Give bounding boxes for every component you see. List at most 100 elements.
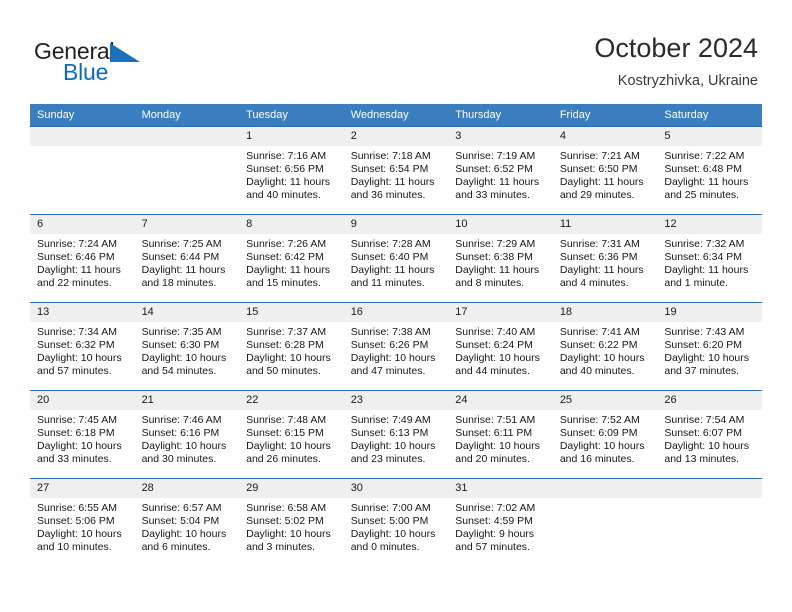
daylight-text-line2: and 3 minutes.	[246, 540, 316, 553]
page-header: General Blue October 2024 Kostryzhivka, …	[0, 0, 792, 100]
calendar-cell-day[interactable]: 20 Sunrise: 7:45 AM Sunset: 6:18 PM Dayligh…	[30, 390, 135, 478]
sunrise-text: Sunrise: 6:55 AM	[37, 502, 117, 514]
sunrise-text: Sunrise: 7:16 AM	[246, 150, 327, 162]
calendar-cell-inner: 25 Sunrise: 7:52 AM Sunset: 6:09 PM Dayligh…	[552, 390, 658, 478]
sunrise-text: Sunrise: 7:38 AM	[350, 326, 431, 338]
weekday-header-thursday: Thursday	[448, 104, 553, 126]
calendar-cell-day[interactable]: 12 Sunrise: 7:32 AM Sunset: 6:34 PM Dayligh…	[657, 214, 762, 302]
day-details: Sunrise: 7:00 AM Sunset: 5:00 PM Daylight:…	[344, 498, 449, 554]
sunset-text: Sunset: 6:52 PM	[455, 162, 533, 175]
day-details: Sunrise: 6:57 AM Sunset: 5:04 PM Daylight:…	[135, 498, 240, 554]
day-details	[135, 146, 240, 150]
calendar-cell-day[interactable]: 25 Sunrise: 7:52 AM Sunset: 6:09 PM Dayligh…	[552, 390, 658, 478]
sunrise-text: Sunrise: 7:41 AM	[559, 326, 640, 338]
day-details: Sunrise: 7:52 AM Sunset: 6:09 PM Daylight:…	[553, 410, 658, 466]
sunset-text: Sunset: 6:40 PM	[350, 250, 429, 263]
calendar-cell-day[interactable]: 11 Sunrise: 7:31 AM Sunset: 6:36 PM Dayligh…	[552, 214, 658, 302]
calendar-cell-day[interactable]: 28 Sunrise: 6:57 AM Sunset: 5:04 PM Dayligh…	[134, 478, 240, 566]
calendar-cell-day[interactable]: 18 Sunrise: 7:41 AM Sunset: 6:22 PM Dayligh…	[552, 302, 658, 390]
day-details: Sunrise: 7:38 AM Sunset: 6:26 PM Daylight:…	[344, 322, 449, 378]
calendar-cell-day[interactable]: 30 Sunrise: 7:00 AM Sunset: 5:00 PM Dayligh…	[343, 478, 449, 566]
calendar-cell-day[interactable]: 15 Sunrise: 7:37 AM Sunset: 6:28 PM Dayligh…	[239, 302, 344, 390]
daylight-text-line2: and 30 minutes.	[141, 452, 217, 465]
daylight-text-line2: and 57 minutes.	[37, 364, 112, 377]
sunset-text: Sunset: 6:34 PM	[664, 250, 743, 263]
calendar-header-row: Sunday Monday Tuesday Wednesday Thursday…	[30, 104, 762, 126]
calendar-cell-day[interactable]: 2 Sunrise: 7:18 AM Sunset: 6:54 PM Daylight…	[343, 126, 449, 214]
calendar-cell-inner: 4 Sunrise: 7:21 AM Sunset: 6:50 PM Daylight…	[552, 126, 658, 214]
calendar-cell-day[interactable]: 14 Sunrise: 7:35 AM Sunset: 6:30 PM Dayligh…	[134, 302, 240, 390]
day-details: Sunrise: 7:21 AM Sunset: 6:50 PM Daylight:…	[553, 146, 658, 202]
day-number: 20	[30, 391, 135, 410]
calendar-cell-day[interactable]: 8 Sunrise: 7:26 AM Sunset: 6:42 PM Daylight…	[239, 214, 344, 302]
calendar-cell-day[interactable]: 19 Sunrise: 7:43 AM Sunset: 6:20 PM Dayligh…	[657, 302, 762, 390]
daylight-text-line2: and 36 minutes.	[350, 188, 426, 201]
daylight-text-line1: Daylight: 11 hours	[246, 175, 330, 188]
daylight-text-line2: and 10 minutes.	[37, 540, 112, 553]
calendar-cell-inner: 17 Sunrise: 7:40 AM Sunset: 6:24 PM Dayligh…	[448, 302, 553, 390]
calendar-cell-day[interactable]: 23 Sunrise: 7:49 AM Sunset: 6:13 PM Dayligh…	[343, 390, 449, 478]
daylight-text-line1: Daylight: 10 hours	[664, 351, 750, 364]
brand-logo[interactable]: General Blue	[34, 38, 284, 88]
calendar-cell-day[interactable]: 3 Sunrise: 7:19 AM Sunset: 6:52 PM Daylight…	[448, 126, 553, 214]
day-number: 27	[30, 479, 135, 498]
calendar-cell-inner: 28 Sunrise: 6:57 AM Sunset: 5:04 PM Dayligh…	[134, 478, 240, 566]
calendar-cell-empty	[552, 478, 658, 566]
sunset-text: Sunset: 6:44 PM	[141, 250, 220, 263]
daylight-text-line2: and 13 minutes.	[664, 452, 740, 465]
daylight-text-line2: and 20 minutes.	[455, 452, 530, 465]
calendar-cell-day[interactable]: 16 Sunrise: 7:38 AM Sunset: 6:26 PM Dayligh…	[343, 302, 449, 390]
calendar-cell-day[interactable]: 1 Sunrise: 7:16 AM Sunset: 6:56 PM Daylight…	[239, 126, 344, 214]
daylight-text-line2: and 40 minutes.	[246, 188, 321, 201]
calendar-cell-day[interactable]: 26 Sunrise: 7:54 AM Sunset: 6:07 PM Dayligh…	[657, 390, 762, 478]
daylight-text-line1: Daylight: 10 hours	[141, 527, 227, 540]
calendar-cell-day[interactable]: 29 Sunrise: 6:58 AM Sunset: 5:02 PM Dayligh…	[239, 478, 344, 566]
day-details: Sunrise: 7:29 AM Sunset: 6:38 PM Daylight:…	[448, 234, 553, 290]
calendar-cell-day[interactable]: 9 Sunrise: 7:28 AM Sunset: 6:40 PM Daylight…	[343, 214, 449, 302]
day-details: Sunrise: 7:35 AM Sunset: 6:30 PM Daylight:…	[135, 322, 240, 378]
calendar-cell-day[interactable]: 21 Sunrise: 7:46 AM Sunset: 6:16 PM Dayligh…	[134, 390, 240, 478]
day-number: 17	[448, 303, 553, 322]
calendar-cell-day[interactable]: 27 Sunrise: 6:55 AM Sunset: 5:06 PM Dayligh…	[30, 478, 135, 566]
day-number	[657, 479, 762, 498]
calendar-cell-day[interactable]: 22 Sunrise: 7:48 AM Sunset: 6:15 PM Dayligh…	[239, 390, 344, 478]
day-details: Sunrise: 7:49 AM Sunset: 6:13 PM Daylight:…	[344, 410, 449, 466]
daylight-text-line1: Daylight: 10 hours	[455, 439, 540, 452]
sunset-text: Sunset: 6:54 PM	[350, 162, 429, 175]
calendar-cell-empty	[30, 126, 135, 214]
calendar-cell-day[interactable]: 6 Sunrise: 7:24 AM Sunset: 6:46 PM Daylight…	[30, 214, 135, 302]
calendar-cell-day[interactable]: 13 Sunrise: 7:34 AM Sunset: 6:32 PM Dayligh…	[30, 302, 135, 390]
sunrise-text: Sunrise: 7:29 AM	[455, 238, 536, 250]
calendar-cell-inner: 23 Sunrise: 7:49 AM Sunset: 6:13 PM Dayligh…	[343, 390, 449, 478]
calendar-cell-day[interactable]: 7 Sunrise: 7:25 AM Sunset: 6:44 PM Daylight…	[134, 214, 240, 302]
calendar-cell-day[interactable]: 10 Sunrise: 7:29 AM Sunset: 6:38 PM Dayligh…	[448, 214, 553, 302]
calendar-cell-inner: 12 Sunrise: 7:32 AM Sunset: 6:34 PM Dayligh…	[657, 214, 762, 302]
daylight-text-line2: and 6 minutes.	[141, 540, 211, 553]
calendar-cell-day[interactable]: 5 Sunrise: 7:22 AM Sunset: 6:48 PM Daylight…	[657, 126, 762, 214]
daylight-text-line1: Daylight: 11 hours	[559, 263, 644, 276]
sunset-text: Sunset: 6:07 PM	[664, 426, 743, 439]
calendar-cell-day[interactable]: 31 Sunrise: 7:02 AM Sunset: 4:59 PM Dayligh…	[448, 478, 553, 566]
sunrise-text: Sunrise: 7:19 AM	[455, 150, 536, 162]
day-number: 25	[552, 391, 658, 410]
sunset-text: Sunset: 6:15 PM	[246, 426, 324, 439]
page-location: Kostryzhivka, Ukraine	[617, 73, 758, 89]
daylight-text-line1: Daylight: 10 hours	[37, 527, 122, 540]
calendar-cell-inner: 7 Sunrise: 7:25 AM Sunset: 6:44 PM Daylight…	[134, 214, 240, 302]
calendar-cell-day[interactable]: 17 Sunrise: 7:40 AM Sunset: 6:24 PM Dayligh…	[448, 302, 553, 390]
day-number: 24	[448, 391, 553, 410]
daylight-text-line2: and 11 minutes.	[350, 276, 425, 289]
day-number: 26	[657, 391, 762, 410]
sunset-text: Sunset: 6:30 PM	[141, 338, 220, 351]
day-number	[134, 127, 240, 146]
calendar-cell-day[interactable]: 4 Sunrise: 7:21 AM Sunset: 6:50 PM Daylight…	[552, 126, 658, 214]
calendar-cell-inner: 1 Sunrise: 7:16 AM Sunset: 6:56 PM Daylight…	[239, 126, 344, 214]
daylight-text-line2: and 33 minutes.	[37, 452, 112, 465]
daylight-text-line1: Daylight: 10 hours	[37, 351, 122, 364]
calendar-cell-inner: 14 Sunrise: 7:35 AM Sunset: 6:30 PM Dayligh…	[134, 302, 240, 390]
daylight-text-line2: and 22 minutes.	[37, 276, 112, 289]
calendar-cell-day[interactable]: 24 Sunrise: 7:51 AM Sunset: 6:11 PM Dayligh…	[448, 390, 553, 478]
sunset-text: Sunset: 6:32 PM	[37, 338, 115, 351]
day-details: Sunrise: 6:58 AM Sunset: 5:02 PM Daylight:…	[239, 498, 344, 554]
daylight-text-line1: Daylight: 10 hours	[559, 439, 645, 452]
